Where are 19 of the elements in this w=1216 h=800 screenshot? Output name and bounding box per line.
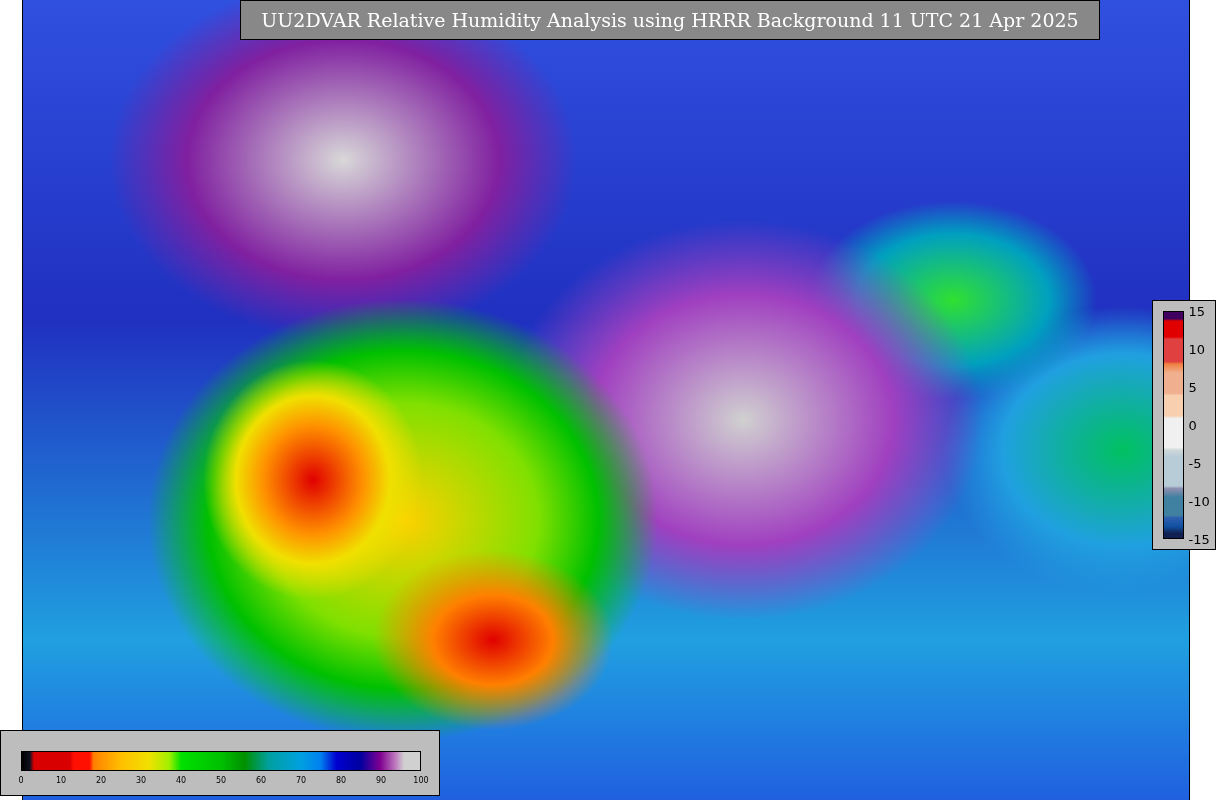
tick-label: 40 bbox=[175, 776, 187, 785]
tick-label: 60 bbox=[255, 776, 267, 785]
tick-label: 10 bbox=[55, 776, 67, 785]
tick-label: 5 bbox=[1188, 379, 1197, 395]
map-title: UU2DVAR Relative Humidity Analysis using HRRR Background 11 UTC 21 Apr 2025 bbox=[240, 0, 1100, 40]
tick-label: 30 bbox=[135, 776, 147, 785]
tick-label: 20 bbox=[95, 776, 107, 785]
tick-label: 10 bbox=[1188, 341, 1205, 357]
tick-label: -10 bbox=[1188, 493, 1210, 509]
tick-label: 0 bbox=[18, 776, 24, 785]
tick-label: -15 bbox=[1188, 531, 1210, 547]
tick-label: 50 bbox=[215, 776, 227, 785]
tick-label: 15 bbox=[1188, 303, 1205, 319]
tick-label: -5 bbox=[1188, 455, 1202, 471]
tick-label: 0 bbox=[1188, 417, 1197, 433]
tick-label: 100 bbox=[413, 776, 429, 785]
tick-label: 70 bbox=[295, 776, 307, 785]
tick-label: 80 bbox=[335, 776, 347, 785]
tick-label: 90 bbox=[375, 776, 387, 785]
